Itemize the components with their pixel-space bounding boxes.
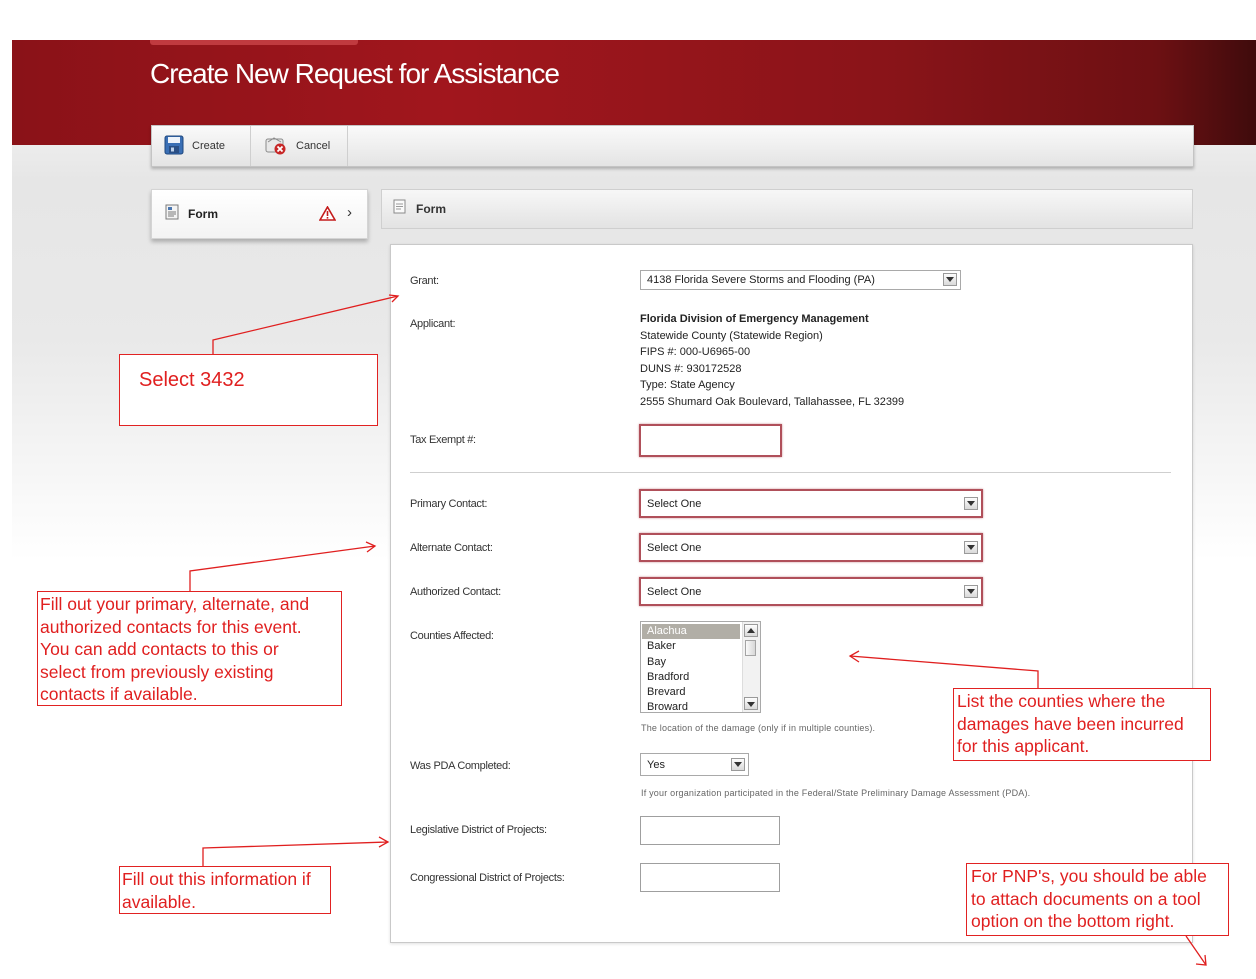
callout-select-grant: Select 3432 [119, 354, 378, 426]
pda-hint: If your organization participated in the… [641, 788, 1031, 798]
alternate-contact-label: Alternate Contact: [410, 542, 493, 554]
authorized-contact-select[interactable]: Select One [639, 577, 983, 606]
callout-line: You can add contacts to this or [40, 639, 279, 659]
county-option[interactable]: Baker [642, 639, 740, 654]
callout-contacts: Fill out your primary, alternate, and au… [37, 591, 342, 706]
header-tab-accent [150, 40, 358, 45]
primary-contact-select[interactable]: Select One [639, 489, 983, 518]
county-option[interactable]: Brevard [642, 685, 740, 700]
dropdown-arrow-icon [964, 585, 978, 598]
county-option[interactable]: Alachua [642, 624, 740, 640]
alternate-contact-select[interactable]: Select One [639, 533, 983, 562]
applicant-details: Florida Division of Emergency Management… [640, 311, 904, 411]
counties-hint: The location of the damage (only if in m… [641, 723, 876, 733]
counties-scrollbar[interactable] [742, 622, 760, 712]
create-button-label: Create [192, 140, 226, 152]
primary-contact-label: Primary Contact: [410, 498, 488, 510]
cancel-icon [264, 134, 288, 159]
callout-line: damages have been incurred [957, 713, 1184, 734]
dropdown-arrow-icon [731, 758, 745, 771]
callout-line: Fill out this information if [122, 869, 311, 889]
counties-label: Counties Affected: [410, 630, 494, 642]
callout-line: available. [122, 891, 196, 912]
form-doc-icon [393, 199, 406, 219]
applicant-label: Applicant: [410, 318, 456, 330]
callout-line: for this applicant. [957, 736, 1090, 756]
section-divider [410, 472, 1171, 473]
applicant-duns: DUNS #: 930172528 [640, 362, 742, 375]
callout-pnp: For PNP's, you should be able to attach … [966, 863, 1229, 936]
alternate-contact-value: Select One [647, 541, 702, 554]
create-button[interactable]: Create [164, 126, 251, 166]
tax-exempt-label: Tax Exempt #: [410, 434, 476, 446]
grant-select[interactable]: 4138 Florida Severe Storms and Flooding … [640, 270, 961, 290]
counties-listbox[interactable]: Alachua Baker Bay Bradford Brevard Browa… [640, 621, 761, 713]
nav-item-form[interactable]: Form › [152, 190, 367, 238]
save-icon [164, 135, 184, 158]
form-nav-panel: Form › [151, 189, 368, 239]
cancel-button[interactable]: Cancel [250, 126, 348, 166]
grant-label: Grant: [410, 275, 439, 287]
scroll-thumb[interactable] [745, 640, 756, 656]
congressional-district-label: Congressional District of Projects: [410, 872, 565, 884]
applicant-fips: FIPS #: 000-U6965-00 [640, 346, 751, 359]
congressional-district-input[interactable] [640, 863, 780, 892]
authorized-contact-value: Select One [647, 585, 702, 598]
county-option[interactable]: Bay [642, 655, 740, 670]
callout-line: Fill out your primary, alternate, and [40, 594, 310, 614]
warning-icon [318, 205, 337, 226]
cancel-button-label: Cancel [296, 140, 331, 152]
callout-line: option on the bottom right. [971, 911, 1175, 931]
toolbar: Create Cancel [151, 125, 1194, 167]
callout-line: select from previously existing [40, 661, 274, 682]
chevron-right-icon: › [347, 204, 352, 221]
pda-select-value: Yes [647, 758, 665, 771]
dropdown-arrow-icon [943, 273, 957, 286]
county-option[interactable]: Bradford [642, 670, 740, 685]
callout-line: to attach documents on a tool [971, 888, 1201, 909]
applicant-name: Florida Division of Emergency Management [640, 313, 869, 325]
callout-line: List the counties where the [957, 691, 1166, 711]
applicant-address: 2555 Shumard Oak Boulevard, Tallahassee,… [640, 395, 905, 408]
pda-select[interactable]: Yes [640, 753, 749, 776]
scroll-down-icon[interactable] [744, 697, 758, 710]
legislative-district-label: Legislative District of Projects: [410, 824, 547, 836]
form-section-title: Form [416, 202, 446, 216]
nav-item-label: Form [188, 207, 218, 221]
callout-select-grant-text: Select 3432 [139, 369, 245, 391]
tax-exempt-input[interactable] [639, 424, 782, 457]
callout-counties: List the counties where the damages have… [953, 688, 1211, 761]
legislative-district-input[interactable] [640, 816, 780, 845]
callout-line: contacts if available. [40, 684, 198, 704]
pda-label: Was PDA Completed: [410, 760, 511, 772]
primary-contact-value: Select One [647, 497, 702, 510]
authorized-contact-label: Authorized Contact: [410, 586, 501, 598]
callout-line: authorized contacts for this event. [40, 616, 302, 637]
form-section-header: Form [381, 189, 1193, 229]
scroll-up-icon[interactable] [744, 624, 758, 637]
applicant-type: Type: State Agency [640, 379, 735, 392]
grant-select-value: 4138 Florida Severe Storms and Flooding … [647, 274, 875, 286]
callout-districts: Fill out this information if available. [119, 866, 331, 914]
callout-line: For PNP's, you should be able [971, 866, 1207, 886]
county-option[interactable]: Broward [642, 700, 740, 712]
applicant-county: Statewide County (Statewide Region) [640, 329, 823, 342]
form-doc-icon [165, 204, 179, 225]
dropdown-arrow-icon [964, 541, 978, 554]
dropdown-arrow-icon [964, 497, 978, 510]
page-title: Create New Request for Assistance [150, 58, 560, 89]
